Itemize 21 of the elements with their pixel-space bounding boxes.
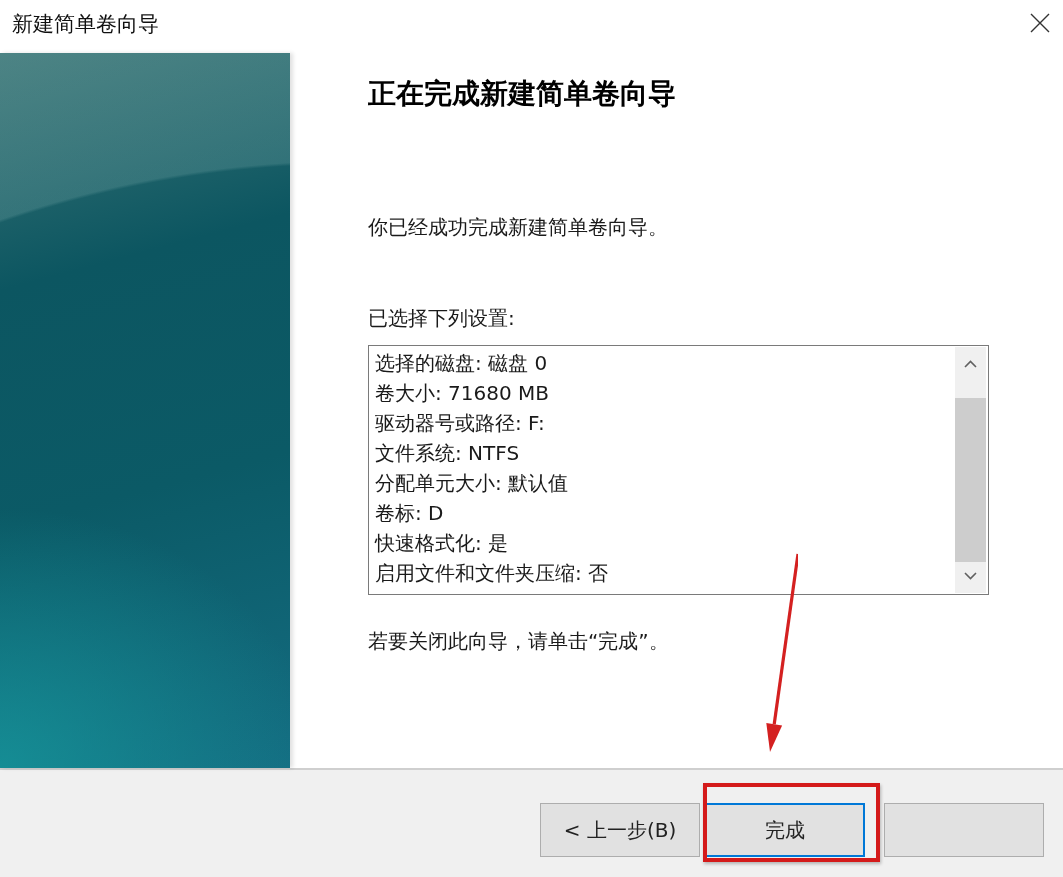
- setting-line: 选择的磁盘: 磁盘 0: [375, 350, 549, 377]
- window-title: 新建简单卷向导: [12, 10, 159, 38]
- setting-line: 文件系统: NTFS: [375, 440, 521, 467]
- finish-button[interactable]: 完成: [705, 803, 865, 857]
- setting-line: 卷标: D: [375, 500, 445, 527]
- scroll-down-icon[interactable]: [964, 572, 977, 580]
- close-button[interactable]: [1030, 12, 1050, 33]
- scrollbar-thumb[interactable]: [955, 398, 986, 562]
- completion-message: 你已经成功完成新建简单卷向导。: [368, 214, 669, 241]
- setting-line: 驱动器号或路径: F:: [375, 410, 546, 437]
- scroll-up-icon[interactable]: [964, 360, 977, 368]
- setting-line: 快速格式化: 是: [375, 530, 510, 557]
- closing-note: 若要关闭此向导，请单击“完成”。: [368, 628, 670, 655]
- setting-line: 分配单元大小: 默认值: [375, 470, 570, 497]
- back-button[interactable]: < 上一步(B): [540, 803, 700, 857]
- setting-line: 卷大小: 71680 MB: [375, 380, 551, 407]
- settings-label: 已选择下列设置:: [368, 305, 516, 332]
- setting-line: 启用文件和文件夹压缩: 否: [375, 560, 610, 587]
- page-heading: 正在完成新建简单卷向导: [368, 77, 677, 111]
- settings-listbox[interactable]: 选择的磁盘: 磁盘 0 卷大小: 71680 MB 驱动器号或路径: F: 文件系统: NTFS 分配单元大小: 默认值 卷标: D 快速格式化: 是 启用文件和文件夹压缩: 否: [368, 345, 989, 595]
- close-icon: [1030, 12, 1050, 33]
